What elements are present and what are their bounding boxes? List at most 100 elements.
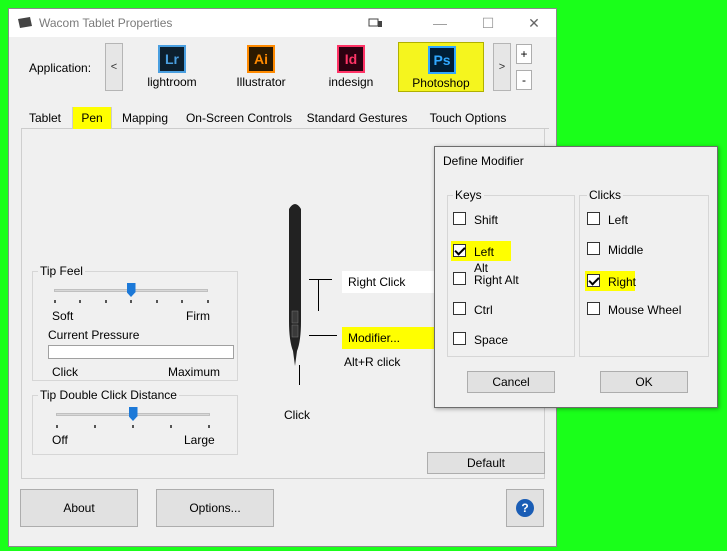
slider-tick <box>79 300 81 303</box>
key-right-alt[interactable]: Right Alt <box>453 271 533 291</box>
lower-button-detail: Alt+R click <box>344 355 401 369</box>
dialog-title: Define Modifier <box>443 154 524 168</box>
space-checkbox[interactable] <box>453 332 466 345</box>
slider-tick <box>156 300 158 303</box>
tab-strip: Tablet Pen Mapping On-Screen Controls St… <box>21 107 549 129</box>
lightroom-icon: Lr <box>158 45 186 73</box>
app-tile-illustrator[interactable]: Ai Illustrator <box>218 42 304 92</box>
slider-tick <box>132 425 134 428</box>
app-name: lightroom <box>147 75 197 89</box>
help-icon: ? <box>516 499 534 517</box>
cancel-button[interactable]: Cancel <box>467 371 555 393</box>
upper-button-field[interactable]: Right Click <box>342 271 444 293</box>
slider-tick <box>208 425 210 428</box>
key-label: Space <box>474 333 509 347</box>
key-label: Shift <box>474 213 499 227</box>
tip-feel-title: Tip Feel <box>38 264 85 278</box>
tablet-app-icon <box>17 17 33 29</box>
photoshop-icon: Ps <box>428 46 456 74</box>
add-application-button[interactable]: + <box>516 44 532 64</box>
key-space[interactable]: Space <box>453 331 533 351</box>
lower-button-callout <box>309 335 337 336</box>
close-button[interactable]: ✕ <box>514 9 554 37</box>
app-scroll-right-button[interactable]: > <box>493 43 511 91</box>
options-button[interactable]: Options... <box>156 489 274 527</box>
keys-title: Keys <box>453 188 484 202</box>
app-name: Illustrator <box>236 75 286 89</box>
double-click-min-label: Off <box>52 433 68 447</box>
click-label: Right <box>608 275 637 289</box>
remove-application-button[interactable]: - <box>516 70 532 90</box>
slider-tick <box>181 300 183 303</box>
upper-button-value: Right Click <box>348 275 406 289</box>
maximize-button[interactable]: ☐ <box>468 9 508 37</box>
app-tile-photoshop[interactable]: Ps Photoshop <box>398 42 484 92</box>
click-left[interactable]: Left <box>587 211 667 231</box>
illustrator-icon: Ai <box>247 45 275 73</box>
slider-tick <box>130 300 132 303</box>
ok-button[interactable]: OK <box>600 371 688 393</box>
tab-standard-gestures[interactable]: Standard Gestures <box>303 107 411 129</box>
pressure-min-label: Click <box>52 365 78 379</box>
restore-layout-icon[interactable] <box>356 9 396 37</box>
slider-tick <box>94 425 96 428</box>
click-middle[interactable]: Middle <box>587 241 667 261</box>
current-pressure-label: Current Pressure <box>48 328 140 342</box>
upper-button-callout <box>318 279 319 311</box>
application-label: Application: <box>29 61 92 75</box>
tip-double-click-title: Tip Double Click Distance <box>38 388 179 402</box>
help-button[interactable]: ? <box>506 489 544 527</box>
tip-feel-min-label: Soft <box>52 309 74 323</box>
left-click-checkbox[interactable] <box>587 212 600 225</box>
shift-checkbox[interactable] <box>453 212 466 225</box>
key-left-alt[interactable]: Left Alt <box>451 241 511 275</box>
click-label: Middle <box>608 243 644 257</box>
window-title: Wacom Tablet Properties <box>39 16 173 30</box>
key-shift[interactable]: Shift <box>453 211 533 231</box>
indesign-icon: Id <box>337 45 365 73</box>
app-tile-lightroom[interactable]: Lr lightroom <box>129 42 215 92</box>
pressure-max-label: Maximum <box>168 365 221 379</box>
tab-pen[interactable]: Pen <box>72 107 112 129</box>
middle-click-checkbox[interactable] <box>587 242 600 255</box>
slider-tick <box>56 425 58 428</box>
tab-on-screen-controls[interactable]: On-Screen Controls <box>181 107 297 129</box>
slider-tick <box>105 300 107 303</box>
key-label: Right Alt <box>474 273 519 287</box>
define-modifier-dialog: Define Modifier Keys Shift Left Alt Righ… <box>434 146 718 408</box>
clicks-title: Clicks <box>587 188 623 202</box>
right-alt-checkbox[interactable] <box>453 272 466 285</box>
double-click-max-label: Large <box>184 433 215 447</box>
default-button[interactable]: Default <box>427 452 545 474</box>
app-name: indesign <box>328 75 374 89</box>
click-mouse-wheel[interactable]: Mouse Wheel <box>587 301 697 321</box>
app-tile-indesign[interactable]: Id indesign <box>308 42 394 92</box>
slider-tick <box>207 300 209 303</box>
pen-illustration <box>280 201 310 381</box>
tab-mapping[interactable]: Mapping <box>115 107 175 129</box>
tip-callout-line <box>299 365 300 385</box>
app-scroll-left-button[interactable]: < <box>105 43 123 91</box>
pressure-meter <box>48 345 234 359</box>
left-alt-checkbox[interactable] <box>453 244 466 257</box>
title-bar: Wacom Tablet Properties — ☐ ✕ <box>9 9 556 37</box>
lower-button-value: Modifier... <box>348 331 401 345</box>
click-label: Left <box>608 213 629 227</box>
tab-touch-options[interactable]: Touch Options <box>417 107 519 129</box>
tip-feel-max-label: Firm <box>186 309 210 323</box>
key-ctrl[interactable]: Ctrl <box>453 301 533 321</box>
slider-tick <box>54 300 56 303</box>
minimize-button[interactable]: — <box>420 9 460 37</box>
upper-button-callout <box>318 279 332 280</box>
slider-tick <box>170 425 172 428</box>
right-click-checkbox[interactable] <box>587 274 600 287</box>
mouse-wheel-checkbox[interactable] <box>587 302 600 315</box>
click-right[interactable]: Right <box>585 271 636 291</box>
click-label: Mouse Wheel <box>608 303 682 317</box>
pen-tip-label: Click <box>284 408 310 422</box>
about-button[interactable]: About <box>20 489 138 527</box>
tab-tablet[interactable]: Tablet <box>21 107 69 129</box>
app-name: Photoshop <box>412 76 470 90</box>
lower-button-field[interactable]: Modifier... <box>342 327 444 349</box>
ctrl-checkbox[interactable] <box>453 302 466 315</box>
